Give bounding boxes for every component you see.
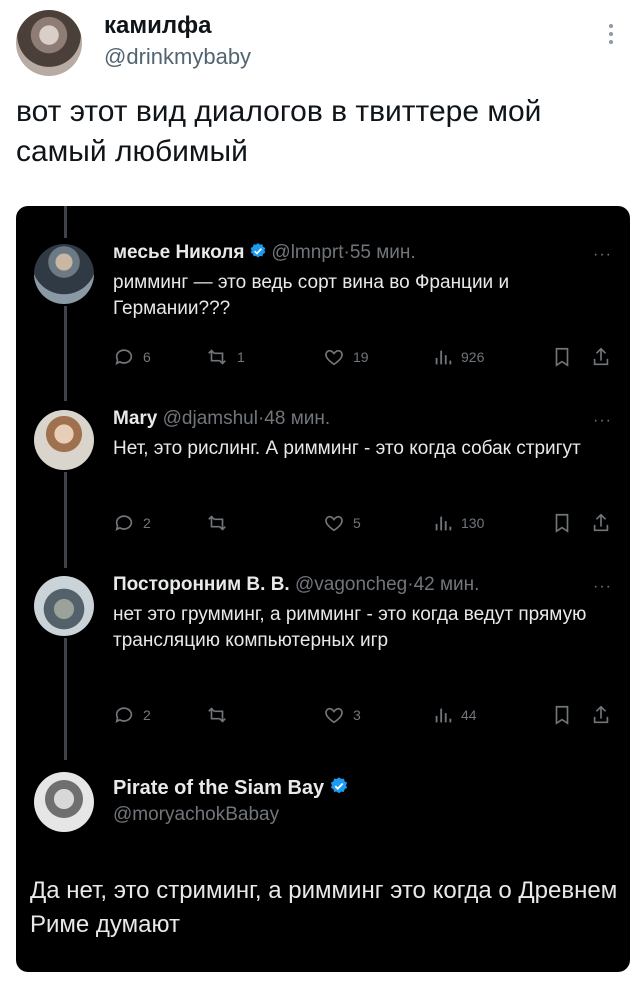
reply-text: римминг — это ведь сорт вина во Франции … <box>113 272 510 319</box>
author-handle[interactable]: @drinkmybaby <box>104 44 251 70</box>
reply-text: Нет, это рислинг. А римминг - это когда … <box>113 438 581 459</box>
heart-icon <box>325 349 343 366</box>
reply-header: месье Николя @lmnprt·55 мин. <box>113 242 416 264</box>
share-icon <box>593 347 609 366</box>
retweet-button[interactable] <box>205 512 237 534</box>
views-chart-icon <box>435 708 452 723</box>
heart-icon <box>325 515 343 532</box>
heart-icon <box>325 707 343 724</box>
like-count: 3 <box>353 707 361 723</box>
final-tweet-text: Да нет, это стриминг, а римминг это когд… <box>30 877 618 938</box>
reply-author-name[interactable]: Mary <box>113 408 157 429</box>
thread-line <box>64 306 67 401</box>
bookmark-icon <box>555 347 569 367</box>
reply-author-name[interactable]: месье Николя <box>113 242 244 263</box>
like-button[interactable]: 3 <box>323 704 361 726</box>
share-button[interactable] <box>591 704 611 726</box>
views-button[interactable]: 130 <box>433 512 484 534</box>
reply-avatar[interactable] <box>34 576 94 636</box>
reply-count: 6 <box>143 349 151 365</box>
action-bar: 6 1 19 926 <box>113 346 613 370</box>
reply-time[interactable]: 55 мин. <box>350 242 416 263</box>
share-button[interactable] <box>591 346 611 368</box>
final-author-name[interactable]: Pirate of the Siam Bay <box>113 777 324 799</box>
tweet-header: камилфа @drinkmybaby <box>0 0 640 90</box>
views-count: 130 <box>461 515 485 531</box>
retweet-button[interactable] <box>205 704 237 726</box>
bookmark-icon <box>555 513 569 533</box>
like-count: 19 <box>353 349 369 365</box>
reply-button[interactable]: 2 <box>113 512 151 534</box>
views-chart-icon <box>435 350 452 365</box>
like-count: 5 <box>353 515 361 531</box>
views-button[interactable]: 926 <box>433 346 484 368</box>
reply-time[interactable]: 48 мин. <box>264 408 330 429</box>
thread-line <box>64 206 67 238</box>
reply-header: Посторонним В. В. @vagoncheg·42 мин. <box>113 574 479 596</box>
share-icon <box>593 705 609 724</box>
final-tweet-header: Pirate of the Siam Bay <box>113 776 353 800</box>
retweet-icon <box>208 515 226 531</box>
reply-count: 2 <box>143 515 151 531</box>
views-button[interactable]: 44 <box>433 704 477 726</box>
reply-avatar[interactable] <box>34 244 94 304</box>
reply-author-name[interactable]: Посторонним В. В. <box>113 574 290 595</box>
comment-icon <box>115 515 133 531</box>
views-chart-icon <box>435 516 452 531</box>
retweet-count: 1 <box>237 349 245 365</box>
bookmark-icon <box>555 705 569 725</box>
reply-handle[interactable]: @vagoncheg <box>295 574 407 595</box>
reply-handle[interactable]: @lmnprt <box>271 242 343 263</box>
more-options-icon[interactable] <box>608 24 614 44</box>
final-author-handle[interactable]: @moryachokBabay <box>113 804 279 826</box>
action-bar: 2 5 130 <box>113 512 613 536</box>
share-button[interactable] <box>591 512 611 534</box>
more-options-icon[interactable]: ··· <box>593 412 612 430</box>
reply-header: Mary @djamshul·48 мин. <box>113 408 330 430</box>
reply-text: нет это грумминг, а римминг - это когда … <box>113 604 587 651</box>
reply-button[interactable]: 6 <box>113 346 151 368</box>
comment-icon <box>115 349 133 365</box>
more-options-icon[interactable]: ··· <box>593 578 612 596</box>
retweet-icon <box>208 707 226 723</box>
attached-screenshot[interactable]: месье Николя @lmnprt·55 мин. ··· римминг … <box>16 206 630 972</box>
reply-count: 2 <box>143 707 151 723</box>
author-avatar[interactable] <box>16 10 82 76</box>
views-count: 44 <box>461 707 477 723</box>
bookmark-button[interactable] <box>553 346 571 368</box>
verified-badge-icon <box>251 243 266 258</box>
reply-avatar[interactable] <box>34 410 94 470</box>
action-bar: 2 3 44 <box>113 704 613 728</box>
bookmark-button[interactable] <box>553 704 571 726</box>
reply-time[interactable]: 42 мин. <box>414 574 480 595</box>
author-name[interactable]: камилфа <box>104 12 211 40</box>
like-button[interactable]: 5 <box>323 512 361 534</box>
verified-badge-icon <box>331 777 348 794</box>
views-count: 926 <box>461 349 485 365</box>
like-button[interactable]: 19 <box>323 346 369 368</box>
more-options-icon[interactable]: ··· <box>593 246 612 264</box>
thread-line <box>64 472 67 568</box>
bookmark-button[interactable] <box>553 512 571 534</box>
share-icon <box>593 513 609 532</box>
reply-button[interactable]: 2 <box>113 704 151 726</box>
thread-line <box>64 638 67 760</box>
reply-handle[interactable]: @djamshul <box>163 408 258 429</box>
retweet-icon <box>208 349 226 365</box>
tweet-text: вот этот вид диалогов в твиттере мой сам… <box>16 95 542 168</box>
retweet-button[interactable]: 1 <box>205 346 245 368</box>
final-tweet-avatar[interactable] <box>34 772 94 832</box>
comment-icon <box>115 707 133 723</box>
